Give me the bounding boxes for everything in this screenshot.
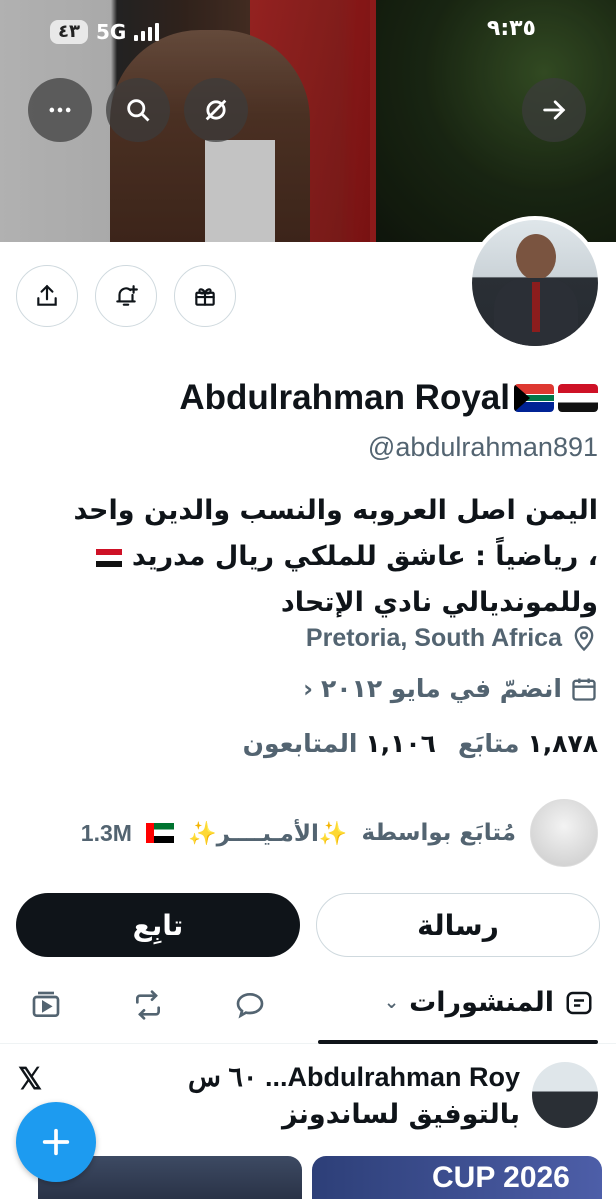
profile-tabs: المنشورات ⌄ [0, 975, 616, 1044]
followers-count: ١,١٠٦ [365, 729, 436, 758]
tab-posts-label: المنشورات [409, 987, 554, 1018]
followed-by-row[interactable]: مُتابَع بواسطة ✨الأمـيــــر✨ 1.3M [80, 799, 598, 867]
following-label: متابَع [457, 729, 520, 758]
more-icon [49, 107, 71, 113]
notifications-button[interactable] [95, 265, 157, 327]
compose-button[interactable] [16, 1102, 96, 1182]
display-name-row: Abdulrahman Royal [179, 378, 598, 418]
profile-avatar[interactable] [468, 216, 602, 350]
back-button[interactable] [522, 78, 586, 142]
status-time: ٩:٣٥ [486, 16, 536, 41]
follow-counts: ١,٨٧٨ متابَع ١,١٠٦ المتابعون [243, 729, 598, 758]
arrow-right-icon [543, 100, 566, 120]
avatar-tie [532, 282, 540, 332]
location-pin-icon [574, 625, 594, 651]
handle: @abdulrahman891 [367, 432, 598, 462]
battery-indicator: ٤٣ [50, 20, 88, 44]
share-button[interactable] [16, 265, 78, 327]
location-text: Pretoria, South Africa [305, 624, 562, 652]
grok-button[interactable] [184, 78, 248, 142]
tab-replies[interactable] [234, 989, 270, 1025]
bio: اليمن اصل العروبه والنسب والدين واحد ، ر… [13, 488, 598, 626]
status-bar-left: ٤٣ 5G [50, 14, 160, 50]
gift-icon [195, 288, 215, 306]
followed-by-name: ✨الأمـيــــر✨ [187, 820, 348, 847]
post-avatar[interactable] [532, 1062, 598, 1128]
followed-by-label: مُتابَع بواسطة [361, 820, 516, 846]
follow-button[interactable]: تابِع [16, 893, 300, 957]
chevron-left-icon: ‹ [303, 674, 314, 703]
yemen-flag-icon [558, 384, 598, 412]
tab-videos[interactable] [30, 989, 66, 1025]
media-text: CUP 2026 [432, 1160, 570, 1194]
tab-posts[interactable]: المنشورات ⌄ [384, 987, 594, 1018]
bio-line: اليمن اصل العروبه والنسب والدين واحد [73, 495, 598, 526]
signal-icon [134, 23, 160, 41]
followed-by-count: 1.3M [80, 819, 132, 846]
bio-line: ، رياضياً : عاشق للملكي ريال مدريد [13, 534, 598, 580]
location-row: Pretoria, South Africa [306, 624, 598, 653]
post-time: ٦٠ س [187, 1062, 258, 1092]
network-label: 5G [95, 20, 127, 44]
bio-line: وللمونديالي نادي الإتحاد [280, 587, 598, 618]
display-name: Abdulrahman Royal [179, 378, 510, 417]
tab-reposts[interactable] [132, 989, 168, 1025]
post-author: Abdulrahman Roy... [264, 1062, 520, 1092]
posts-icon [566, 991, 592, 1014]
post-item[interactable]: Abdulrahman Roy... ٦٠ س بالتوفيق لساندون… [188, 1062, 598, 1130]
message-button[interactable]: رسالة [316, 893, 600, 957]
post-content: Abdulrahman Roy... ٦٠ س بالتوفيق لساندون… [188, 1062, 520, 1130]
grok-icon [205, 99, 227, 121]
reply-icon [236, 992, 264, 1019]
active-tab-indicator [318, 1040, 598, 1044]
calendar-icon [572, 678, 596, 701]
plus-icon [42, 1128, 70, 1156]
joined-row[interactable]: انضمّ في مايو ٢٠١٢ ‹ [303, 674, 598, 703]
joined-text: انضمّ في مايو ٢٠١٢ [321, 674, 562, 703]
video-icon [32, 991, 60, 1017]
chevron-down-icon[interactable]: ⌄ [384, 992, 399, 1013]
following-count: ١,٨٧٨ [527, 729, 598, 758]
south-africa-flag-icon [514, 384, 554, 412]
uae-flag-icon [145, 823, 174, 843]
more-button[interactable] [28, 78, 92, 142]
followers-label: المتابعون [242, 729, 358, 758]
avatar-head [516, 234, 556, 280]
x-logo-icon: 𝕏 [18, 1063, 43, 1096]
yemen-flag-icon [96, 548, 123, 567]
post-header: Abdulrahman Roy... ٦٠ س [188, 1062, 520, 1093]
bell-plus-icon [116, 285, 138, 306]
followers-link[interactable]: ١,١٠٦ المتابعون [243, 729, 436, 758]
repost-icon [136, 990, 160, 1020]
following-link[interactable]: ١,٨٧٨ متابَع [458, 729, 598, 758]
post-media[interactable]: CUP 2026 [312, 1156, 602, 1199]
search-button[interactable] [106, 78, 170, 142]
post-text: بالتوفيق لساندونز [281, 1099, 520, 1130]
gift-button[interactable] [174, 265, 236, 327]
search-icon [127, 99, 150, 122]
bio-line-text: ، رياضياً : عاشق للملكي ريال مدريد [131, 541, 598, 572]
share-icon [37, 284, 57, 306]
follower-avatar [530, 799, 598, 867]
